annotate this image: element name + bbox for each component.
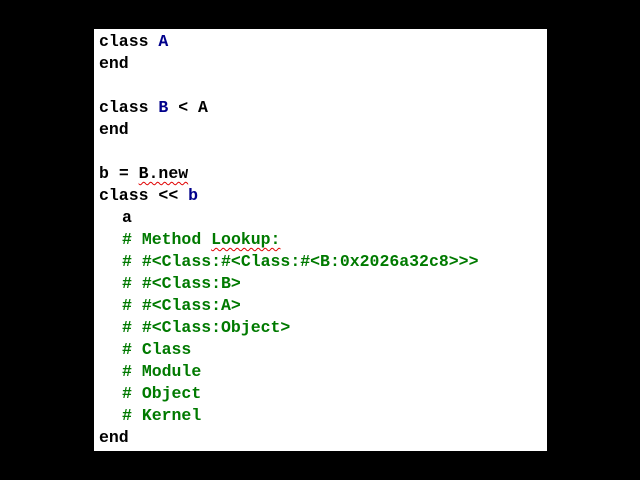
code-line-assign: b = B.new — [99, 163, 547, 185]
keyword-class: class — [99, 98, 149, 117]
ancestor-entry: #<Class:B> — [141, 274, 241, 293]
keyword-end: end — [99, 54, 129, 73]
code-line-singleton-class: class << b — [99, 185, 547, 207]
singleton-target: b — [188, 186, 199, 205]
ancestor-entry: Class — [141, 340, 192, 359]
ancestor-entry: #<Class:A> — [141, 296, 241, 315]
code-line-ancestor: # #<Class:#<Class:#<B:0x2026a32c8>>> — [99, 251, 547, 273]
comment-marker: # — [122, 296, 132, 315]
code-line-ancestor: # Object — [99, 383, 547, 405]
comment-marker: # — [122, 230, 132, 249]
comment-marker: # — [122, 318, 132, 337]
lookup-word: Lookup: — [211, 230, 281, 249]
code-panel: class A end class B < A end b = B.new cl… — [94, 29, 547, 451]
code-line-end-b: end — [99, 119, 547, 141]
keyword-class: class — [99, 32, 149, 51]
code-line-ancestor: # Module — [99, 361, 547, 383]
code-line-lookup-header: # Method Lookup: — [99, 229, 547, 251]
method-call-a: a — [122, 208, 132, 227]
ancestor-entry: Kernel — [141, 406, 202, 425]
ancestor-entry: Object — [141, 384, 202, 403]
comment-marker: # — [122, 406, 132, 425]
code-line-call: a — [99, 207, 547, 229]
ancestor-entry: #<Class:#<Class:#<B:0x2026a32c8>>> — [141, 252, 479, 271]
keyword-end: end — [99, 428, 129, 447]
inherit-operator: < — [178, 98, 189, 117]
singleton-operator: << — [158, 186, 179, 205]
lookup-label: Method — [141, 230, 202, 249]
comment-marker: # — [122, 384, 132, 403]
ancestor-entry: #<Class:Object> — [141, 318, 291, 337]
new-instance-expression: B.new — [138, 164, 189, 183]
code-line-end-singleton: end — [99, 427, 547, 449]
comment-marker: # — [122, 274, 132, 293]
code-line-ancestor: # #<Class:Object> — [99, 317, 547, 339]
keyword-end: end — [99, 120, 129, 139]
parent-class-a: A — [198, 98, 208, 117]
code-line-ancestor: # #<Class:B> — [99, 273, 547, 295]
variable-b: b — [99, 164, 109, 183]
class-name-a: A — [158, 32, 169, 51]
comment-marker: # — [122, 252, 132, 271]
slide-background: class A end class B < A end b = B.new cl… — [0, 0, 640, 480]
assign-operator: = — [118, 164, 129, 183]
code-line-ancestor: # #<Class:A> — [99, 295, 547, 317]
code-line-ancestor: # Kernel — [99, 405, 547, 427]
ancestor-entry: Module — [141, 362, 202, 381]
code-line-ancestor: # Class — [99, 339, 547, 361]
keyword-class: class — [99, 186, 149, 205]
comment-marker: # — [122, 340, 132, 359]
code-line-class-a: class A — [99, 31, 547, 53]
class-name-b: B — [158, 98, 169, 117]
comment-marker: # — [122, 362, 132, 381]
code-line-end-a: end — [99, 53, 547, 75]
code-line-class-b: class B < A — [99, 97, 547, 119]
